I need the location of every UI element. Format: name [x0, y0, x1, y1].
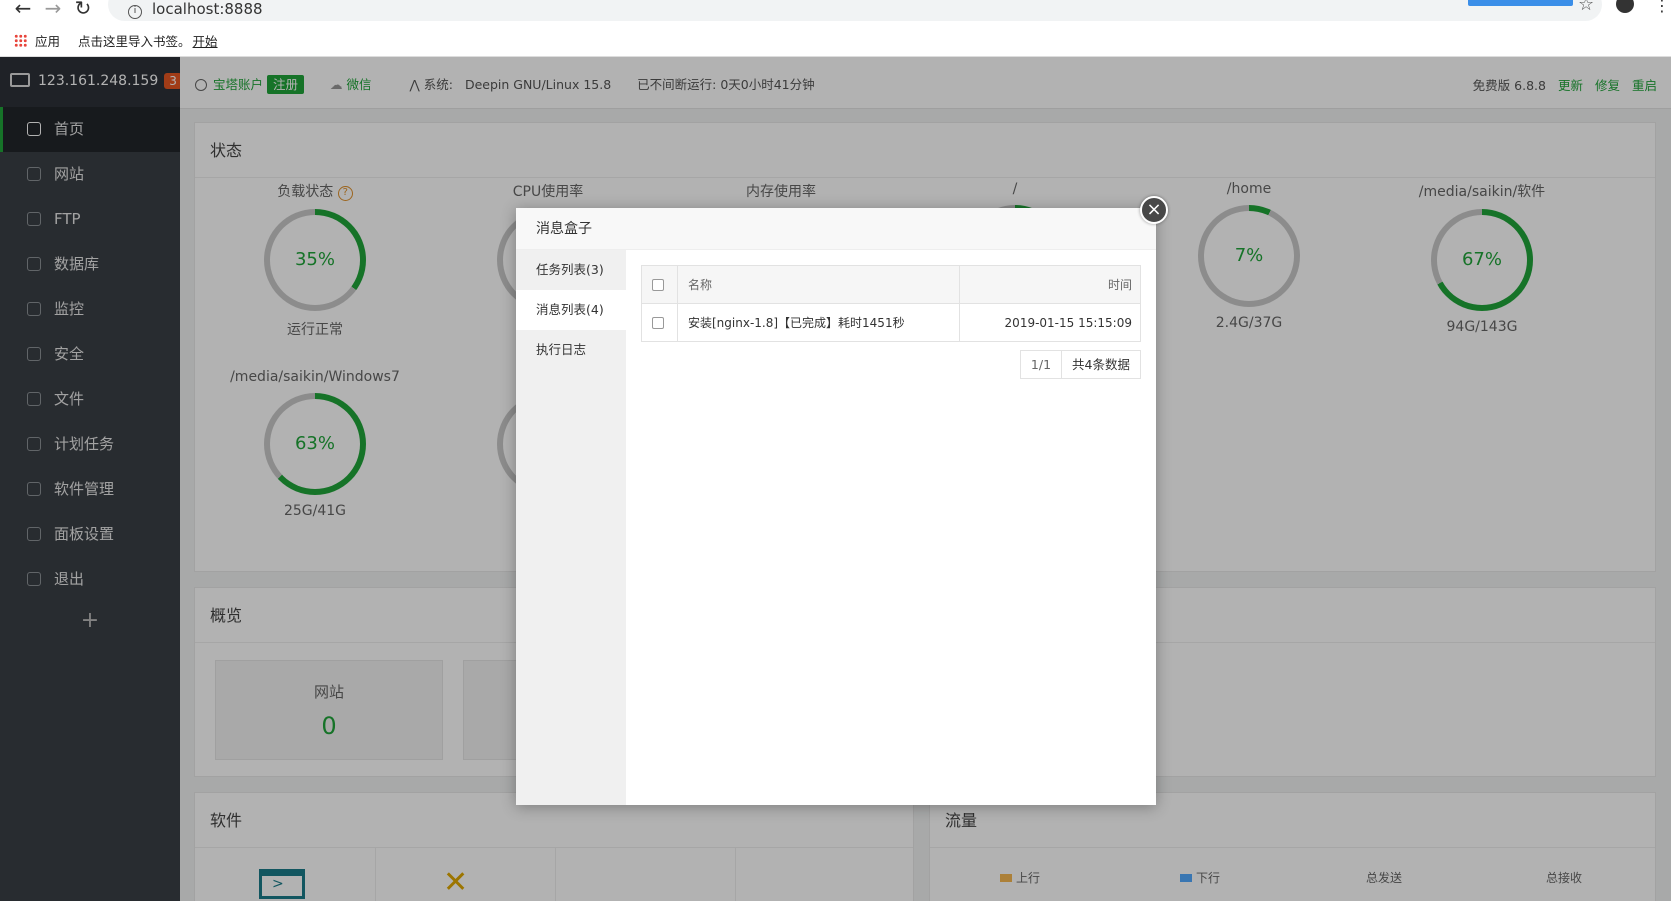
extension-icon[interactable]	[1468, 0, 1573, 6]
table-header-row: 名称 时间	[641, 265, 1142, 304]
import-bookmarks-text: 点击这里导入书签。	[78, 34, 191, 49]
page-indicator[interactable]: 1/1	[1021, 351, 1063, 379]
back-icon[interactable]: ←	[8, 0, 38, 20]
dialog-title: 消息盒子	[516, 208, 1156, 250]
dialog-tab-1[interactable]: 消息列表(4)	[516, 290, 626, 330]
row-checkbox[interactable]	[652, 316, 664, 329]
close-dialog-button[interactable]: ×	[1140, 196, 1168, 224]
menu-dots-icon[interactable]: ⋮	[1654, 0, 1670, 15]
dialog-tabs: 任务列表(3) 消息列表(4) 执行日志	[516, 250, 626, 805]
account-icon[interactable]	[1616, 0, 1634, 13]
dialog-tab-2[interactable]: 执行日志	[516, 330, 626, 370]
message-box-dialog: 消息盒子 任务列表(3) 消息列表(4) 执行日志 名称 时间 安装[nginx-1…	[516, 208, 1156, 805]
total-count: 共4条数据	[1072, 357, 1130, 372]
forward-icon[interactable]: →	[38, 0, 68, 20]
message-table: 名称 时间 安装[nginx-1.8]【已完成】耗时1451秒 2019-01-1…	[641, 265, 1142, 342]
table-row[interactable]: 安装[nginx-1.8]【已完成】耗时1451秒 2019-01-15 15:1…	[641, 303, 1142, 342]
address-bar[interactable]: i localhost:8888	[108, 0, 1602, 21]
pagination: 1/1 共4条数据	[1019, 350, 1141, 379]
message-table-area: 名称 时间 安装[nginx-1.8]【已完成】耗时1451秒 2019-01-1…	[641, 265, 1142, 379]
start-link[interactable]: 开始	[193, 34, 218, 49]
browser-chrome: ← → ↻ i localhost:8888 ☆ ⋮ 应用 点击这里导入书签。 开始	[0, 0, 1671, 57]
row-time: 2019-01-15 15:15:09	[958, 303, 1142, 342]
browser-nav: ← → ↻	[8, 0, 98, 20]
column-time-header: 时间	[958, 265, 1142, 304]
column-name-header: 名称	[677, 265, 960, 304]
apps-grid-icon[interactable]	[14, 34, 27, 47]
row-name: 安装[nginx-1.8]【已完成】耗时1451秒	[677, 303, 960, 342]
apps-link[interactable]: 应用	[35, 34, 60, 49]
url-text: localhost:8888	[152, 0, 263, 18]
bookmark-star-icon[interactable]: ☆	[1578, 0, 1594, 15]
dialog-tab-0[interactable]: 任务列表(3)	[516, 250, 626, 290]
select-all-checkbox[interactable]	[652, 278, 664, 291]
info-icon[interactable]: i	[128, 5, 142, 19]
reload-icon[interactable]: ↻	[68, 0, 98, 20]
bookmarks-bar: 应用 点击这里导入书签。 开始	[14, 31, 218, 50]
